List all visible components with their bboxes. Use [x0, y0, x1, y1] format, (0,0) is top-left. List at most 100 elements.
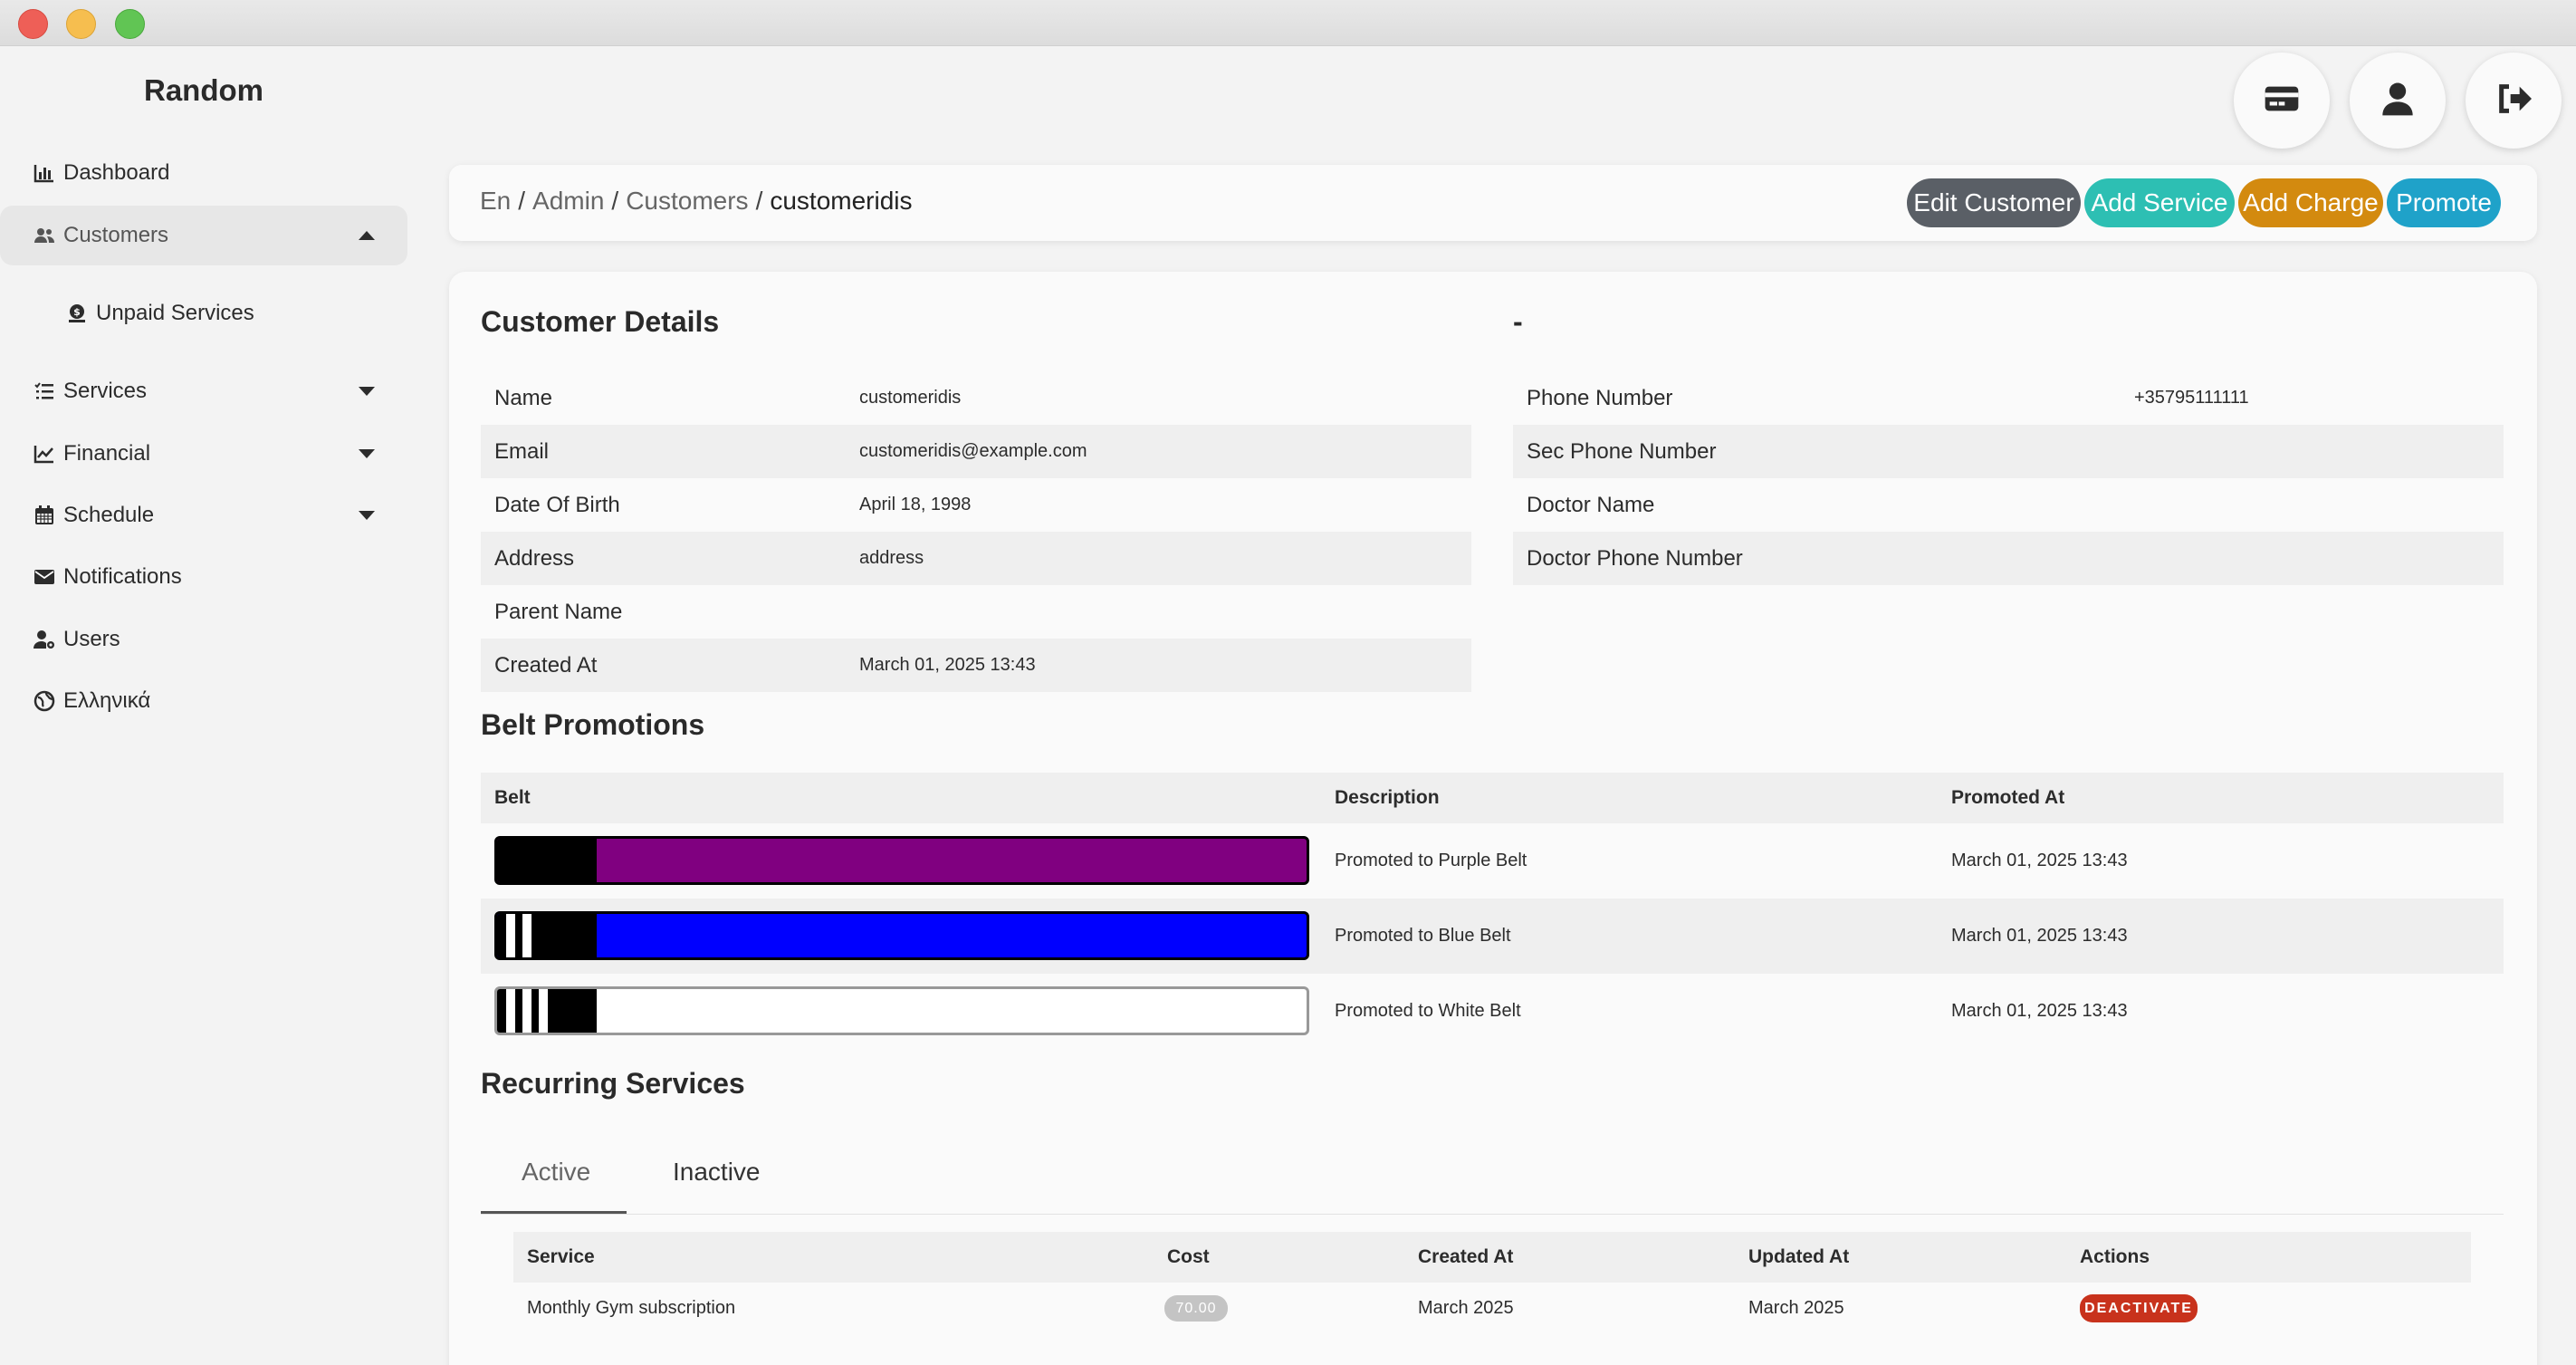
column-header: Updated At	[1748, 1246, 1850, 1267]
money-icon: $	[65, 302, 89, 325]
detail-label: Address	[494, 545, 575, 571]
belt-description: Promoted to Purple Belt	[1335, 851, 1527, 870]
line-chart-icon	[33, 442, 56, 466]
detail-value: April 18, 1998	[859, 495, 972, 514]
detail-row-name: Name customeridis	[481, 371, 1471, 425]
promote-button[interactable]: Promote	[2387, 178, 2501, 227]
belt-stripe	[506, 914, 515, 957]
sidebar-item-label: Schedule	[63, 503, 155, 527]
belt-stripe	[539, 989, 548, 1033]
sidebar-item-schedule[interactable]: Schedule	[0, 485, 407, 545]
tabs-divider	[481, 1214, 2504, 1215]
user-gear-icon	[33, 628, 56, 651]
detail-label: Email	[494, 438, 550, 464]
belt-table-header: Belt Description Promoted At	[481, 773, 2504, 823]
sidebar: Random Dashboard Customers $ Unpaid Serv…	[0, 46, 417, 1365]
sidebar-item-language[interactable]: Ελληνικά	[0, 671, 407, 731]
chart-icon	[33, 161, 56, 185]
table-row: Monthly Gym subscription 70.00 March 202…	[513, 1283, 2471, 1333]
belt-promoted-at: March 01, 2025 13:43	[1951, 851, 2128, 870]
recurring-services-title: Recurring Services	[481, 1067, 745, 1100]
detail-label: Parent Name	[494, 599, 623, 624]
column-header: Description	[1335, 787, 1440, 808]
belt-tip	[497, 839, 597, 882]
belt-row: Promoted to White Belt March 01, 2025 13…	[481, 974, 2504, 1049]
deactivate-button[interactable]: DEACTIVATE	[2080, 1294, 2198, 1322]
sidebar-item-label: Users	[63, 627, 120, 651]
sidebar-item-customers[interactable]: Customers	[0, 206, 407, 265]
belt-stripe	[522, 914, 531, 957]
detail-row-phone: Phone Number +35795111111	[1513, 371, 2504, 425]
logout-button[interactable]	[2466, 53, 2562, 149]
detail-value: +35795111111	[2134, 388, 2249, 408]
logout-icon	[2495, 81, 2532, 121]
credit-card-icon	[2264, 81, 2300, 121]
detail-label: Name	[494, 385, 553, 410]
detail-value: address	[859, 548, 924, 568]
detail-row-parent-name: Parent Name	[481, 585, 1471, 639]
sidebar-item-users[interactable]: Users	[0, 610, 407, 669]
breadcrumb-separator: /	[611, 187, 619, 215]
users-icon	[33, 224, 56, 247]
edit-customer-button[interactable]: Edit Customer	[1907, 178, 2081, 227]
list-icon	[33, 380, 56, 403]
breadcrumb-bar: En / Admin / Customers / customeridis Edit Cus…	[449, 165, 2537, 241]
detail-label: Date Of Birth	[494, 492, 620, 517]
cost-badge: 70.00	[1164, 1295, 1228, 1322]
column-header: Created At	[1418, 1246, 1514, 1267]
close-window-button[interactable]	[18, 9, 48, 39]
detail-label: Phone Number	[1527, 385, 1673, 410]
created-at: March 2025	[1418, 1297, 1514, 1318]
tab-active[interactable]: Active	[522, 1158, 590, 1187]
user-icon	[2380, 81, 2416, 121]
sidebar-item-label: Dashboard	[63, 160, 170, 185]
sidebar-item-label: Unpaid Services	[96, 301, 254, 325]
belt-description: Promoted to White Belt	[1335, 1001, 1521, 1021]
detail-value: March 01, 2025 13:43	[859, 655, 1036, 675]
calendar-icon	[33, 504, 56, 527]
column-header: Service	[527, 1246, 595, 1267]
add-charge-button[interactable]: Add Charge	[2238, 178, 2383, 227]
chevron-down-icon	[359, 511, 375, 520]
sidebar-item-label: Services	[63, 379, 148, 403]
window-titlebar	[0, 0, 2576, 46]
brand-title: Random	[144, 73, 263, 107]
breadcrumb-current: customeridis	[770, 187, 913, 215]
belt-promotions-title: Belt Promotions	[481, 708, 705, 741]
chevron-down-icon	[359, 449, 375, 458]
secondary-title: -	[1513, 305, 1523, 338]
detail-row-doctor-name: Doctor Name	[1513, 478, 2504, 532]
detail-row-created-at: Created At March 01, 2025 13:43	[481, 639, 1471, 692]
belt-promoted-at: March 01, 2025 13:43	[1951, 1001, 2128, 1021]
add-service-button[interactable]: Add Service	[2084, 178, 2235, 227]
breadcrumb-admin[interactable]: Admin	[532, 187, 604, 215]
chevron-down-icon	[359, 387, 375, 396]
sidebar-item-unpaid-services[interactable]: $ Unpaid Services	[0, 284, 407, 343]
sidebar-item-notifications[interactable]: Notifications	[0, 547, 407, 607]
sidebar-item-financial[interactable]: Financial	[0, 424, 407, 484]
breadcrumb-customers[interactable]: Customers	[626, 187, 748, 215]
service-name: Monthly Gym subscription	[527, 1297, 736, 1318]
breadcrumb-separator: /	[518, 187, 526, 215]
customer-detail-card: Customer Details - Name customeridis Ema…	[449, 272, 2537, 1365]
belt-graphic	[494, 986, 1309, 1035]
globe-icon	[33, 689, 56, 713]
payment-button[interactable]	[2234, 53, 2330, 149]
belt-description: Promoted to Blue Belt	[1335, 926, 1511, 946]
belt-graphic	[494, 911, 1309, 960]
sidebar-item-label: Financial	[63, 441, 151, 466]
minimize-window-button[interactable]	[66, 9, 96, 39]
svg-text:$: $	[73, 306, 81, 318]
detail-row-sec-phone: Sec Phone Number	[1513, 425, 2504, 478]
breadcrumb: En / Admin / Customers / customeridis	[480, 187, 913, 216]
maximize-window-button[interactable]	[115, 9, 145, 39]
detail-label: Sec Phone Number	[1527, 438, 1717, 464]
detail-label: Created At	[494, 652, 598, 678]
profile-button[interactable]	[2350, 53, 2446, 149]
tab-inactive[interactable]: Inactive	[673, 1158, 761, 1187]
sidebar-item-label: Notifications	[63, 564, 182, 589]
sidebar-item-dashboard[interactable]: Dashboard	[0, 143, 407, 203]
detail-value: customeridis@example.com	[859, 441, 1087, 461]
breadcrumb-lang[interactable]: En	[480, 187, 511, 215]
sidebar-item-services[interactable]: Services	[0, 361, 407, 421]
